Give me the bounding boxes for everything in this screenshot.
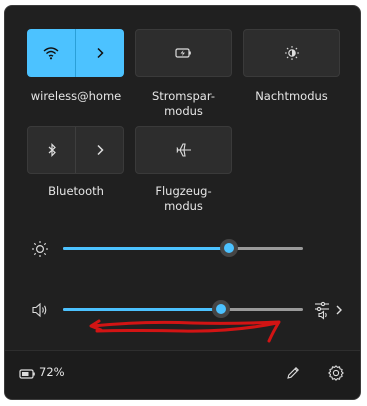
wifi-icon — [43, 46, 59, 60]
brightness-slider-thumb[interactable] — [220, 239, 238, 257]
audio-output-icon — [313, 300, 343, 320]
airplane-label-line1: Flugzeug- — [155, 184, 212, 198]
wifi-toggle-button[interactable] — [27, 29, 75, 77]
battery-icon — [19, 368, 37, 380]
settings-icon — [327, 364, 345, 382]
quick-settings-panel: wireless@home Stromspar- modus Nachtmodu… — [4, 5, 361, 400]
red-arrow-annotation — [89, 319, 281, 343]
airplane-icon — [175, 142, 193, 158]
night-mode-icon — [284, 45, 300, 61]
wifi-expand-button[interactable] — [76, 29, 124, 77]
brightness-icon — [31, 240, 49, 258]
battery-percentage: 72% — [39, 365, 65, 379]
speaker-icon — [31, 302, 49, 318]
battery-saver-button[interactable] — [135, 29, 232, 77]
bluetooth-tile — [27, 126, 124, 174]
airplane-label-line2: modus — [164, 199, 203, 213]
bluetooth-label: Bluetooth — [48, 184, 104, 198]
airplane-label: Flugzeug- modus — [133, 184, 234, 214]
battery-saver-icon — [174, 47, 193, 59]
bluetooth-expand-button[interactable] — [76, 127, 123, 173]
night-mode-label: Nachtmodus — [255, 89, 328, 103]
night-mode-icon-wrap — [244, 30, 339, 76]
chevron-right-icon — [95, 47, 105, 59]
bluetooth-toggle-button[interactable] — [28, 127, 75, 173]
airplane-icon-wrap — [136, 127, 231, 173]
airplane-mode-button[interactable] — [135, 126, 232, 174]
brightness-row — [5, 234, 360, 264]
battery-saver-label-line1: Stromspar- — [151, 89, 215, 103]
brightness-fill — [63, 247, 229, 250]
volume-fill — [63, 308, 221, 311]
edit-icon — [285, 365, 301, 381]
settings-button[interactable] — [327, 364, 345, 382]
battery-saver-icon-wrap — [136, 30, 231, 76]
wifi-label: wireless@home — [30, 89, 122, 103]
footer-bar: 72% — [5, 350, 360, 399]
edit-button[interactable] — [285, 365, 301, 381]
wifi-tile — [27, 29, 124, 77]
audio-output-button[interactable] — [313, 300, 343, 320]
night-mode-button[interactable] — [243, 29, 340, 77]
battery-saver-label-line2: modus — [164, 104, 203, 118]
chevron-right-icon — [95, 144, 105, 156]
battery-saver-label: Stromspar- modus — [133, 89, 234, 119]
bluetooth-icon — [47, 143, 57, 157]
